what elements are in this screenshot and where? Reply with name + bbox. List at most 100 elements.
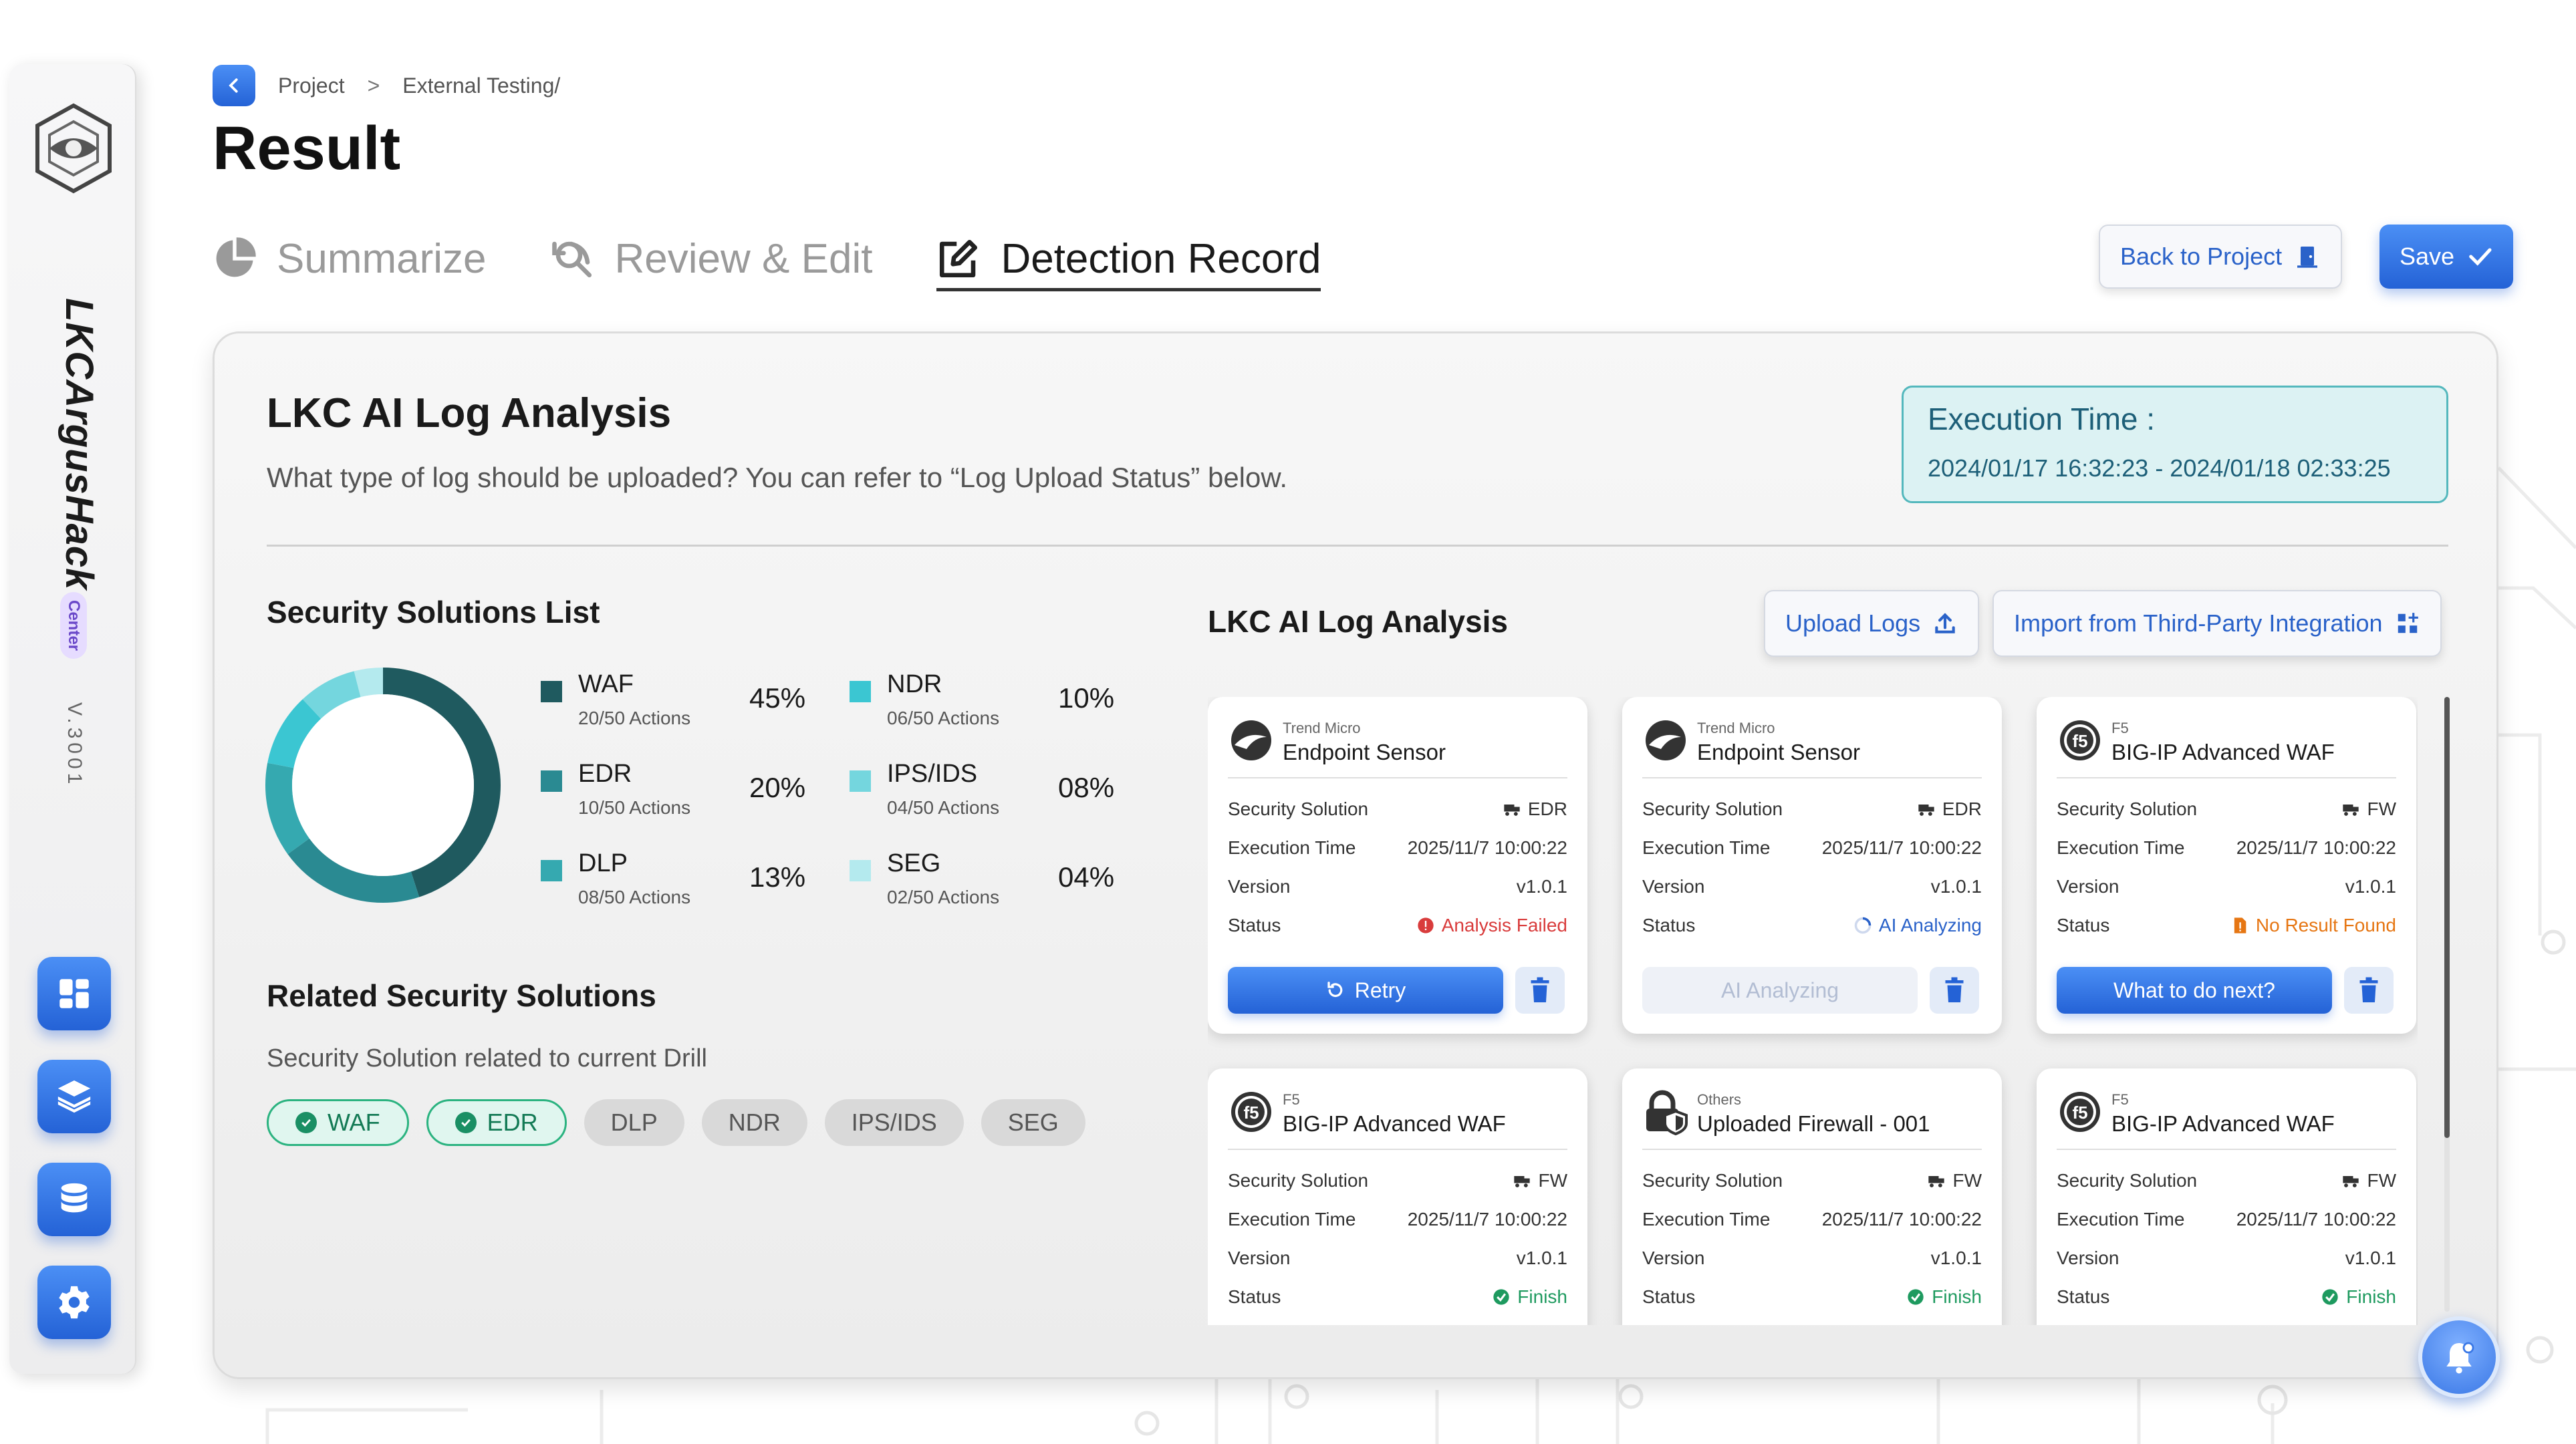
center-badge: Center [60,592,87,660]
lock-shield-icon [1646,1090,1688,1135]
delete-button[interactable] [2344,967,2394,1014]
status-badge: AI Analyzing [1853,915,1982,936]
log-card[interactable]: Trend Micro Endpoint Sensor Security Sol… [1622,697,2002,1034]
analysis-title: LKC AI Log Analysis [267,390,672,436]
svg-text:f5: f5 [2072,731,2087,751]
legend-swatch [541,860,562,881]
related-subtitle: Security Solution related to current Dri… [267,1044,707,1072]
chip-waf[interactable]: WAF [267,1099,409,1146]
tab-review-edit[interactable]: Review & Edit [551,222,872,295]
solutions-list-title: Security Solutions List [267,595,600,629]
trend-micro-logo-icon [1231,720,1271,760]
breadcrumb: Project > External Testing/ [213,64,560,107]
device-icon [1928,1176,1945,1187]
trash-icon [1945,977,1964,1002]
check-circle-icon [1908,1289,1924,1305]
check-circle-icon [295,1112,317,1133]
status-badge: Analysis Failed [1416,915,1567,936]
donut-hole [292,694,474,876]
settings-icon [59,1286,90,1319]
delete-button[interactable] [1930,967,1979,1014]
chip-dlp[interactable]: DLP [584,1099,684,1146]
check-icon [2469,248,2492,266]
save-button[interactable]: Save [2379,225,2514,289]
nav-database-button[interactable] [37,1163,111,1236]
f5-logo-icon: f5 [2060,1092,2100,1132]
chevron-left-icon [229,78,238,93]
retry-icon [1327,982,1343,997]
search-refresh-icon [551,241,592,278]
legend-item-dlp: DLP 08/50 Actions 13% [541,849,835,923]
check-circle-icon [2322,1289,2338,1305]
delete-button[interactable] [1515,967,1565,1014]
f5-logo-icon: f5 [1231,1092,1271,1132]
check-circle-icon [1493,1289,1509,1305]
breadcrumb-external-testing[interactable]: External Testing/ [402,74,560,98]
upload-logs-button[interactable]: Upload Logs [1764,590,1980,657]
back-to-project-button[interactable]: Back to Project [2099,225,2343,289]
device-icon [1504,805,1520,816]
analysis-card: LKC AI Log Analysis What type of log sho… [213,331,2498,1379]
notification-button[interactable] [2418,1316,2500,1398]
device-icon [2343,1176,2359,1187]
legend-item-ips-ids: IPS/IDS 04/50 Actions 08% [850,760,1144,833]
status-badge: Finish [1906,1286,1982,1308]
layers-icon [57,1080,91,1113]
breadcrumb-project[interactable]: Project [278,74,345,98]
nav-settings-button[interactable] [37,1266,111,1339]
edit-box-icon [940,239,978,278]
tab-bar: Summarize Review & Edit Detection Record [213,222,1385,295]
legend-item-ndr: NDR 06/50 Actions 10% [850,670,1144,744]
file-warning-icon [2234,917,2246,933]
grid-add-icon [2398,613,2418,633]
log-card[interactable]: f5 F5 BIG-IP Advanced WAF Security Solut… [2037,1068,2416,1325]
legend-swatch [850,770,871,792]
breadcrumb-separator: > [367,73,380,98]
device-icon [1918,805,1934,816]
sidebar: LKCArgusHack Center V.3001 [9,64,136,1374]
ai-analyzing-button: AI Analyzing [1642,967,1918,1014]
nav-layers-button[interactable] [37,1060,111,1133]
back-button[interactable] [213,65,255,106]
log-card[interactable]: f5 F5 BIG-IP Advanced WAF Security Solut… [1208,1068,1587,1325]
legend-item-waf: WAF 20/50 Actions 45% [541,670,835,744]
execution-time-value: 2024/01/17 16:32:23 - 2024/01/18 02:33:2… [1928,454,2391,482]
f5-logo-icon: f5 [2060,720,2100,760]
spinner-icon [1854,917,1872,934]
chip-ndr[interactable]: NDR [701,1099,807,1146]
bell-icon [2446,1342,2474,1374]
device-icon [2343,805,2359,816]
execution-time-box: Execution Time : 2024/01/17 16:32:23 - 2… [1902,386,2448,503]
solutions-donut-chart [265,668,501,903]
svg-text:f5: f5 [1243,1103,1259,1123]
log-card[interactable]: Others Uploaded Firewall - 001 Security … [1622,1068,2002,1325]
legend-item-edr: EDR 10/50 Actions 20% [541,760,835,833]
log-card[interactable]: f5 F5 BIG-IP Advanced WAF Security Solut… [2037,697,2416,1034]
log-card[interactable]: Trend Micro Endpoint Sensor Security Sol… [1208,697,1587,1034]
app-logo-icon [35,103,112,194]
legend-item-seg: SEG 02/50 Actions 04% [850,849,1144,923]
legend-swatch [850,860,871,881]
nav-dashboard-button[interactable] [37,957,111,1030]
import-third-party-button[interactable]: Import from Third-Party Integration [1992,590,2442,657]
brand-name: LKCArgusHack [57,298,101,591]
log-card-grid: Trend Micro Endpoint Sensor Security Sol… [1208,697,2418,1325]
chip-ips-ids[interactable]: IPS/IDS [824,1099,964,1146]
execution-time-label: Execution Time : [1928,402,2156,436]
scrollbar-thumb[interactable] [2444,697,2450,1138]
tab-detection-record[interactable]: Detection Record [936,222,1321,295]
tab-summarize[interactable]: Summarize [213,222,487,295]
device-icon [1514,1176,1531,1187]
related-title: Related Security Solutions [267,978,656,1013]
what-next-button[interactable]: What to do next? [2057,967,2332,1014]
check-circle-icon [455,1112,477,1133]
retry-button[interactable]: Retry [1228,967,1503,1014]
trend-micro-logo-icon [1646,720,1686,760]
exit-door-icon [2297,247,2318,268]
upload-icon [1935,613,1955,633]
chip-seg[interactable]: SEG [981,1099,1085,1146]
chip-edr[interactable]: EDR [426,1099,567,1146]
error-icon [1418,917,1434,933]
legend-swatch [541,770,562,792]
trash-icon [2359,977,2378,1002]
